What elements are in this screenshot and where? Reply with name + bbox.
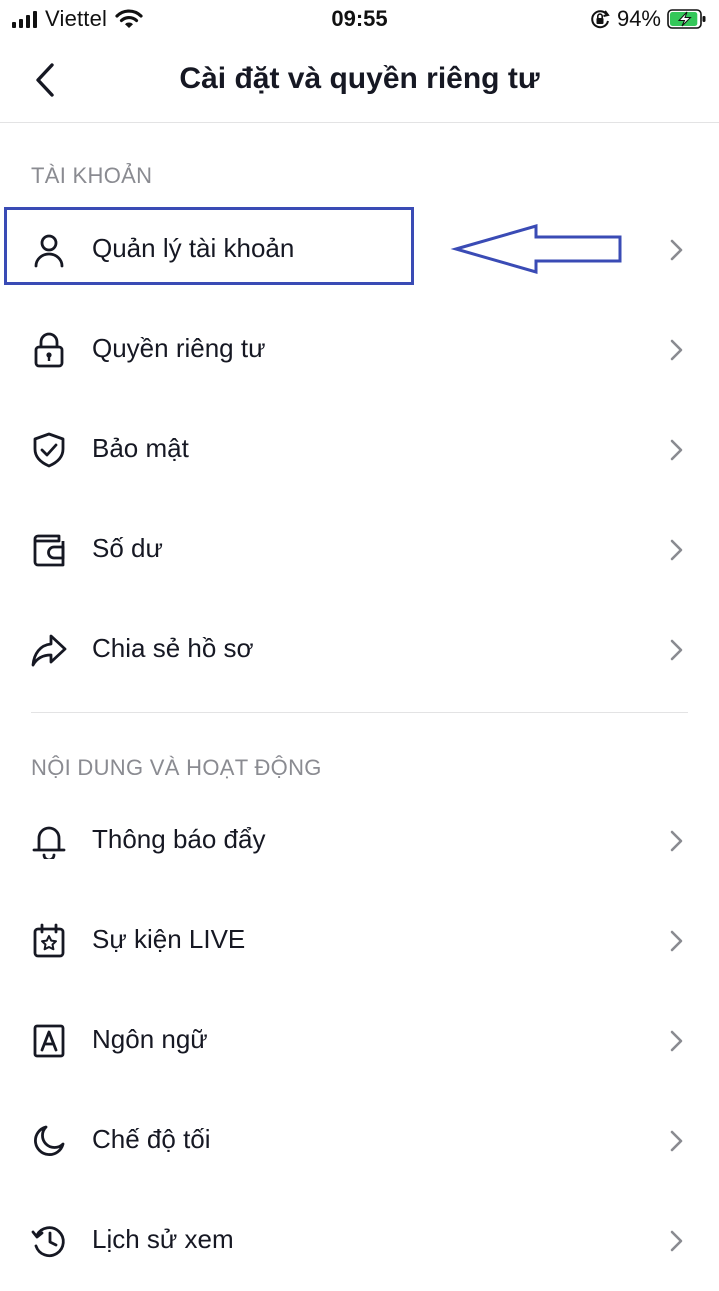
calendar-star-icon [33, 923, 65, 958]
settings-item-watch-history[interactable]: Lịch sử xem [0, 1191, 719, 1291]
carrier-name: Viettel [45, 6, 108, 31]
page-title: Cài đặt và quyền riêng tư [179, 62, 540, 95]
chevron-right-icon [670, 830, 683, 852]
wifi-icon [115, 9, 143, 28]
chevron-right-icon [670, 539, 683, 561]
settings-item-label: Quyền riêng tư [92, 333, 266, 363]
settings-item-privacy[interactable]: Quyền riêng tư [0, 300, 719, 400]
section-label-content-activity: NỘI DUNG VÀ HOẠT ĐỘNG [31, 755, 322, 780]
section-label-account: TÀI KHOẢN [31, 163, 153, 188]
nav-header: Cài đặt và quyền riêng tư [0, 40, 719, 123]
settings-item-push-notifications[interactable]: Thông báo đẩy [0, 791, 719, 891]
settings-item-label: Sự kiện LIVE [92, 924, 246, 954]
settings-item-label: Bảo mật [92, 433, 189, 463]
language-icon [33, 1024, 65, 1058]
chevron-right-icon [670, 1030, 683, 1052]
settings-item-security[interactable]: Bảo mật [0, 400, 719, 500]
chevron-right-icon [670, 239, 683, 261]
settings-item-label: Thông báo đẩy [92, 824, 266, 854]
settings-item-label: Số dư [92, 533, 163, 563]
arrow-left-icon [450, 224, 622, 274]
battery-charging-icon [667, 9, 706, 29]
chevron-right-icon [670, 1230, 683, 1252]
moon-icon [34, 1125, 65, 1156]
status-bar-left: Viettel [12, 6, 143, 32]
history-icon [31, 1226, 65, 1258]
chevron-right-icon [670, 339, 683, 361]
settings-item-label: Lịch sử xem [92, 1224, 234, 1254]
settings-item-live-events[interactable]: Sự kiện LIVE [0, 891, 719, 991]
chevron-right-icon [670, 439, 683, 461]
share-icon [31, 634, 67, 667]
settings-item-share-profile[interactable]: Chia sẻ hồ sơ [0, 600, 719, 700]
settings-item-label: Ngôn ngữ [92, 1024, 208, 1054]
bell-icon [32, 826, 66, 859]
settings-item-label: Chế độ tối [92, 1124, 211, 1154]
wallet-icon [33, 534, 65, 567]
orientation-lock-icon [591, 10, 610, 29]
battery-percent: 94% [616, 6, 661, 31]
settings-item-balance[interactable]: Số dư [0, 500, 719, 600]
chevron-right-icon [670, 639, 683, 661]
chevron-right-icon [670, 930, 683, 952]
section-divider [31, 712, 688, 713]
status-bar-right: 94% [589, 6, 707, 32]
chevron-right-icon [670, 1130, 683, 1152]
shield-check-icon [33, 432, 65, 468]
signal-icon [12, 10, 37, 28]
lock-icon [34, 332, 64, 368]
settings-item-dark-mode[interactable]: Chế độ tối [0, 1091, 719, 1191]
settings-item-language[interactable]: Ngôn ngữ [0, 991, 719, 1091]
status-bar: Viettel 09:55 94% [0, 0, 719, 40]
settings-item-label: Chia sẻ hồ sơ [92, 633, 254, 663]
highlight-box [4, 207, 414, 285]
